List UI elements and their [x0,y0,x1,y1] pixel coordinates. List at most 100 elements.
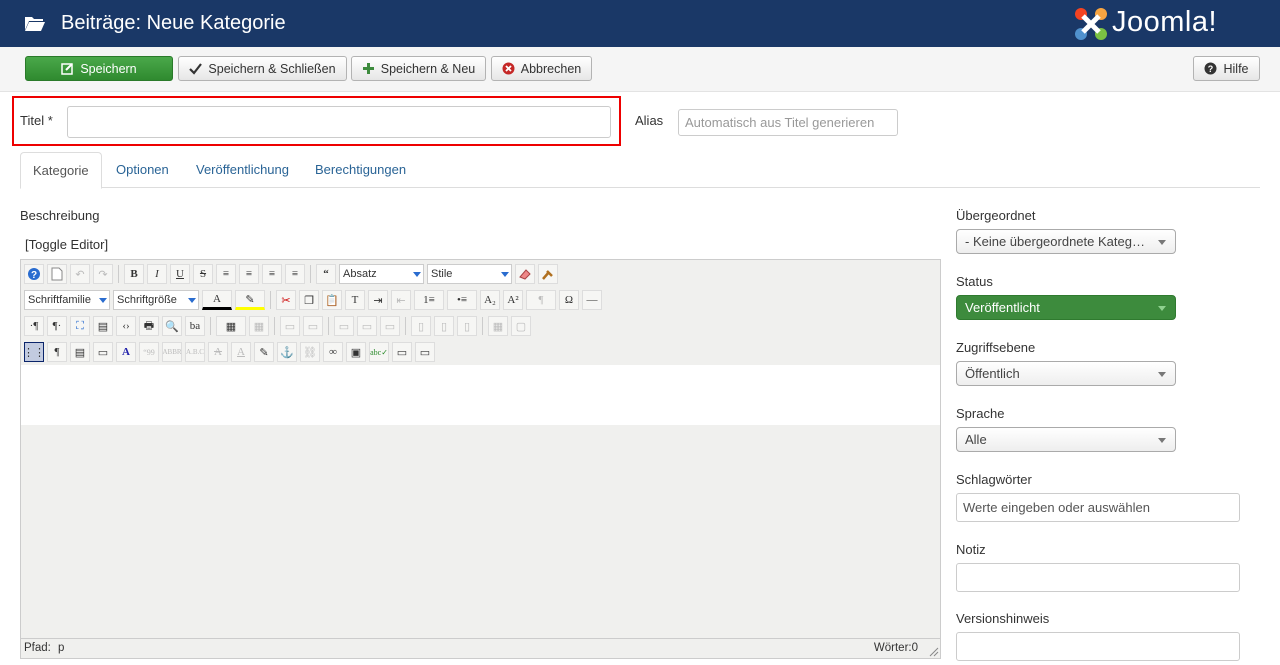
merge-cells-icon[interactable]: ▢ [511,316,531,336]
undo-icon[interactable]: ↶ [70,264,90,284]
outdent-icon[interactable]: ⇤ [391,290,411,310]
redo-icon[interactable]: ↷ [93,264,113,284]
indent-icon[interactable]: ⇥ [368,290,388,310]
link-icon[interactable]: ∞ [323,342,343,362]
save-new-button[interactable]: Speichern & Neu [351,56,486,81]
path-value[interactable]: p [58,642,64,654]
copy-icon[interactable]: ❐ [299,290,319,310]
delete-table-icon[interactable]: ▦ [249,316,269,336]
access-select[interactable]: Öffentlich [956,361,1176,386]
unlink-icon[interactable]: ⛓ [300,342,320,362]
font-size-select[interactable]: Schriftgröße [113,290,199,310]
toggle-editor-link[interactable]: [Toggle Editor] [25,237,108,252]
rtl-icon[interactable]: ¶· [47,316,67,336]
parent-select[interactable]: - Keine übergeordnete Kateg… [956,229,1176,254]
new-document-icon[interactable] [47,264,67,284]
editor-toolbar-row-1: ? ↶ ↷ B I U S ≡ ≡ ≡ ≡ “ Absatz Stile [24,263,558,285]
find-icon[interactable]: 🔍 [162,316,182,336]
status-select[interactable]: Veröffentlicht [956,295,1176,320]
pagebreak-icon[interactable]: ▭ [93,342,113,362]
cut-icon[interactable]: ✂ [276,290,296,310]
fullscreen-icon[interactable]: ⛶ [70,316,90,336]
eraser-icon[interactable] [515,264,535,284]
italic-icon[interactable]: I [147,264,167,284]
editor-content-area[interactable] [21,365,940,425]
tab-veroeffentlichung[interactable]: Veröffentlichung [184,152,301,188]
acronym-icon[interactable]: A.B.C [185,342,205,362]
underline-icon[interactable]: U [170,264,190,284]
cancel-button[interactable]: Abbrechen [491,56,592,81]
insert-col-before-icon[interactable]: ▯ [411,316,431,336]
paste-text-icon[interactable]: T [345,290,365,310]
title-input[interactable] [67,106,611,138]
version-note-input[interactable] [956,632,1240,661]
alias-input[interactable] [678,109,898,136]
font-family-select[interactable]: Schriftfamilie [24,290,110,310]
chevron-down-icon [1158,438,1166,443]
replace-icon[interactable]: ba [185,316,205,336]
delete-row-icon[interactable]: ▭ [380,316,400,336]
language-select[interactable]: Alle [956,427,1176,452]
ltr-icon[interactable]: ·¶ [24,316,44,336]
superscript-icon[interactable]: A² [503,290,523,310]
clean-up-icon[interactable] [538,264,558,284]
joomla-logo[interactable]: Joomla! [1072,5,1262,43]
svg-text:?: ? [1208,64,1214,74]
align-center-icon[interactable]: ≡ [239,264,259,284]
tab-kategorie[interactable]: Kategorie [20,152,102,189]
text-color-icon[interactable]: A [202,290,232,310]
row-props-icon[interactable]: ▭ [280,316,300,336]
subscript-icon[interactable]: A₂ [480,290,500,310]
save-button[interactable]: Speichern [25,56,173,81]
bullet-list-icon[interactable]: •≡ [447,290,477,310]
help-icon[interactable]: ? [24,264,44,284]
numbered-list-icon[interactable]: 1≡ [414,290,444,310]
horizontal-rule-icon[interactable]: — [582,290,602,310]
layer-icon[interactable]: ▭ [392,342,412,362]
code-icon[interactable]: ‹› [116,316,136,336]
delete-text-icon[interactable]: A [208,342,228,362]
tab-optionen[interactable]: Optionen [104,152,181,188]
tags-input[interactable] [956,493,1240,522]
format-select[interactable]: Absatz [339,264,424,284]
insert-text-icon[interactable]: A [231,342,251,362]
align-right-icon[interactable]: ≡ [285,264,305,284]
align-left-icon[interactable]: ≡ [262,264,282,284]
delete-col-icon[interactable]: ▯ [457,316,477,336]
style-select[interactable]: Stile [427,264,512,284]
access-select-value: Öffentlich [965,366,1020,381]
split-cells-icon[interactable]: ▦ [488,316,508,336]
cite-icon[interactable]: “99 [139,342,159,362]
anchor-icon[interactable]: ⚓ [277,342,297,362]
help-button-label: Hilfe [1223,61,1249,76]
insert-row-before-icon[interactable]: ▭ [334,316,354,336]
highlight-color-icon[interactable]: ✎ [235,290,265,310]
strikethrough-icon[interactable]: S [193,264,213,284]
resize-handle-icon[interactable] [929,647,939,657]
bold-icon[interactable]: B [124,264,144,284]
preview-icon[interactable]: ▤ [93,316,113,336]
style-props-icon[interactable]: A [116,342,136,362]
cell-props-icon[interactable]: ▭ [303,316,323,336]
blockquote-icon[interactable]: “ [316,264,336,284]
help-button[interactable]: ? Hilfe [1193,56,1260,81]
omega-icon[interactable]: Ω [559,290,579,310]
table-icon[interactable]: ▦ [216,316,246,336]
insert-row-after-icon[interactable]: ▭ [357,316,377,336]
show-blocks-icon[interactable]: ¶ [47,342,67,362]
image-icon[interactable]: ▣ [346,342,366,362]
text-direction-icon[interactable]: ¶ [526,290,556,310]
visual-aid-icon[interactable]: ⋮⋮ [23,342,45,362]
print-icon[interactable]: 🖶 [139,316,159,336]
paste-icon[interactable]: 📋 [322,290,342,310]
attributes-icon[interactable]: ✎ [254,342,274,362]
save-close-button[interactable]: Speichern & Schließen [178,56,347,81]
insert-col-after-icon[interactable]: ▯ [434,316,454,336]
align-justify-icon[interactable]: ≡ [216,264,236,284]
tab-berechtigungen[interactable]: Berechtigungen [303,152,418,188]
abbr-icon[interactable]: ABBR [162,342,182,362]
note-input[interactable] [956,563,1240,592]
template-icon[interactable]: ▤ [70,342,90,362]
media-icon[interactable]: ▭ [415,342,435,362]
spellcheck-icon[interactable]: abc✓ [369,342,389,362]
